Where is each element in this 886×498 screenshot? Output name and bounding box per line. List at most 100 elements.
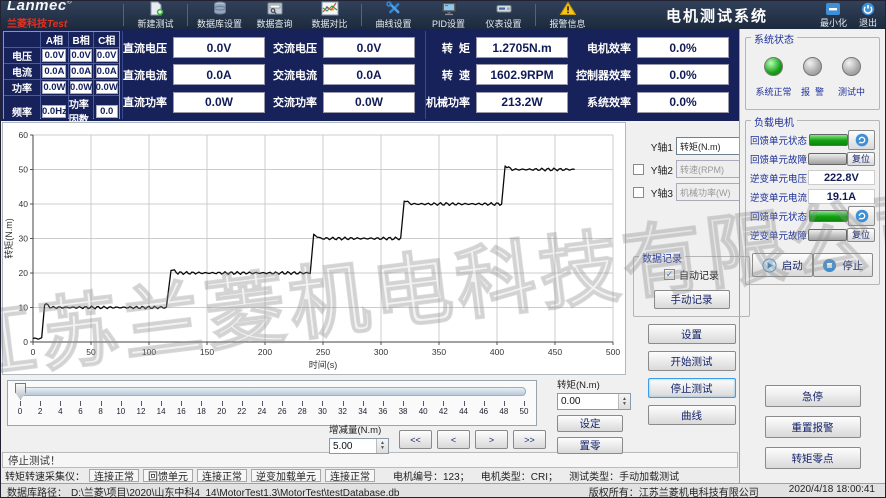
step-forward-button[interactable]: > [475, 430, 508, 449]
meter-value: 1.2705N.m [476, 37, 568, 58]
search-icon [266, 1, 284, 18]
plot-column: 0102030405060050100150200250300350400450… [1, 121, 627, 451]
exit-button[interactable]: 退出 [859, 2, 877, 29]
meter-item: 系统效率 0.0% [576, 89, 737, 116]
y3-axis-checkbox[interactable] [633, 187, 644, 198]
inverter-fault-indicator [808, 229, 847, 241]
toolbar-data-compare[interactable]: 数据对比 [302, 1, 357, 29]
window-controls: 最小化 退出 [820, 2, 877, 29]
phase-b-header: B相 [69, 32, 94, 47]
reset-button[interactable]: 复位 [847, 228, 875, 242]
zero-button[interactable]: 置零 [557, 437, 623, 454]
torque-zero-button[interactable]: 转矩零点 [765, 447, 861, 469]
load-control-zone: 0246810121416182022242628303234363840424… [1, 375, 627, 451]
increment-value[interactable]: 5.00 [330, 439, 376, 453]
measurement-panel: A相 B相 C相 电压 0.0V 0.0V 0.0V 电流 0.0A 0.0A … [1, 29, 739, 121]
manual-record-button[interactable]: 手动记录 [654, 290, 730, 309]
svg-text:10: 10 [19, 303, 29, 313]
phase-value: 0.0A [94, 64, 119, 79]
y2-axis-checkbox[interactable] [633, 164, 644, 175]
db-path-label: 数据库路径： [7, 484, 67, 498]
torque-setpoint-value[interactable]: 0.00 [558, 394, 618, 409]
settings-button[interactable]: 设置 [648, 324, 736, 344]
led-item: 测试中 [832, 57, 871, 98]
meter-label: 电机效率 [587, 40, 631, 56]
meter-value: 213.2W [476, 92, 568, 113]
new-test-icon [147, 1, 165, 18]
meter-value: 0.0% [637, 37, 729, 58]
minimize-icon [825, 2, 841, 19]
svg-text:50: 50 [19, 165, 29, 175]
y1-axis-label: Y轴1 [647, 139, 673, 154]
slider-thumb[interactable] [15, 383, 26, 400]
toolbar-db-settings[interactable]: 数据库设置 [192, 1, 247, 29]
reset-button[interactable]: 复位 [847, 152, 875, 166]
feedback-fault-indicator [808, 153, 847, 165]
toolbar-curve-settings[interactable]: 曲线设置 [366, 1, 421, 29]
svg-text:200: 200 [258, 347, 272, 357]
phase-value: 0.0V [69, 48, 94, 63]
meter-label: 系统效率 [587, 94, 631, 110]
torque-slider[interactable]: 0246810121416182022242628303234363840424… [7, 380, 537, 426]
toolbar-instrument-settings[interactable]: 仪表设置 [476, 1, 531, 29]
meter-value: 0.0W [323, 92, 415, 113]
step-back-button[interactable]: < [437, 430, 470, 449]
svg-text:350: 350 [432, 347, 446, 357]
step-back-fast-button[interactable]: << [399, 430, 432, 449]
monitor-icon [440, 1, 458, 18]
toolbar-pid-settings[interactable]: PID设置 [421, 1, 476, 29]
emergency-stop-button[interactable]: 急停 [765, 385, 861, 407]
inverter-reset-button[interactable] [848, 206, 875, 226]
toolbar-new-test[interactable]: 新建测试 [128, 1, 183, 29]
led-label: 报 警 [801, 85, 824, 98]
stop-button[interactable]: 停止 [813, 253, 874, 277]
compare-chart-icon [321, 1, 339, 18]
motor-info: 电机编号：123； 电机类型：CRI； 测试类型：手动加载测试 [393, 468, 679, 483]
increment-input[interactable]: 5.00 ▲▼ [329, 438, 389, 454]
reset-alarm-button[interactable]: 重置报警 [765, 416, 861, 438]
system-status-group: 系统状态 系统正常 报 警 测试中 [745, 37, 880, 110]
torque-setpoint-group: 转矩(N.m) 0.00 ▲▼ 设定 置零 [557, 377, 631, 454]
start-test-button[interactable]: 开始测试 [648, 351, 736, 371]
slider-track[interactable] [18, 387, 526, 396]
meter-value: 0.0% [637, 92, 729, 113]
phase-table: A相 B相 C相 电压 0.0V 0.0V 0.0V 电流 0.0A 0.0A … [3, 31, 120, 119]
stop-test-button[interactable]: 停止测试 [648, 378, 736, 398]
current-row-label: 电流 [4, 64, 40, 79]
toolbar-data-query[interactable]: 数据查询 [247, 1, 302, 29]
meter-item: 转 速1602.9RPM [426, 61, 576, 88]
auto-record-checkbox[interactable] [664, 269, 675, 280]
table-corner-cell [4, 32, 40, 47]
lanmec-logo: Lanmec® 兰菱科技Test [7, 0, 119, 32]
spinner-arrows-icon[interactable]: ▲▼ [376, 439, 388, 453]
curve-button[interactable]: 曲线 [648, 405, 736, 425]
chart-controls: Y轴1 转矩(N.m)▼ Y轴2 转速(RPM)▼ Y轴3 机械功率(W)▼ [627, 121, 754, 451]
inverter-fault-row: 逆变单元故障 复位 [750, 225, 875, 244]
feedback-reset-button[interactable] [848, 130, 875, 150]
page-title: 电机测试系统 [666, 5, 768, 26]
step-forward-fast-button[interactable]: >> [513, 430, 546, 449]
minimize-label: 最小化 [820, 19, 847, 29]
feedback-status-row: 回馈单元状态 [750, 130, 875, 149]
inverter-voltage-value: 222.8V [808, 170, 875, 185]
toolbar-separator [361, 4, 362, 26]
load-motor-group: 负载电机 回馈单元状态 回馈单元故障 复位 逆变单元电压 222.8V 逆变单元… [745, 120, 880, 285]
toolbar-alarm-info[interactable]: 报警信息 [540, 1, 595, 29]
system-normal-led [764, 57, 783, 76]
start-button[interactable]: 启动 [752, 253, 813, 277]
torque-chart: 0102030405060050100150200250300350400450… [2, 122, 626, 375]
warning-icon [559, 1, 577, 18]
svg-text:250: 250 [316, 347, 330, 357]
play-icon [762, 258, 777, 273]
minimize-button[interactable]: 最小化 [820, 2, 847, 29]
set-button[interactable]: 设定 [557, 415, 623, 432]
meter-item: 直流电流0.0A [123, 61, 273, 88]
phase-c-header: C相 [94, 32, 119, 47]
spinner-arrows-icon[interactable]: ▲▼ [618, 394, 630, 409]
connection-label: 逆变加载单元 [251, 469, 321, 482]
stop-icon [822, 258, 837, 273]
inverter-current-value: 19.1A [808, 189, 875, 204]
toolbar-separator [535, 4, 536, 26]
mech-eff-meters: 转 矩1.2705N.m 转 速1602.9RPM 机械功率213.2W 电机效… [425, 31, 737, 119]
torque-setpoint-input[interactable]: 0.00 ▲▼ [557, 393, 631, 410]
